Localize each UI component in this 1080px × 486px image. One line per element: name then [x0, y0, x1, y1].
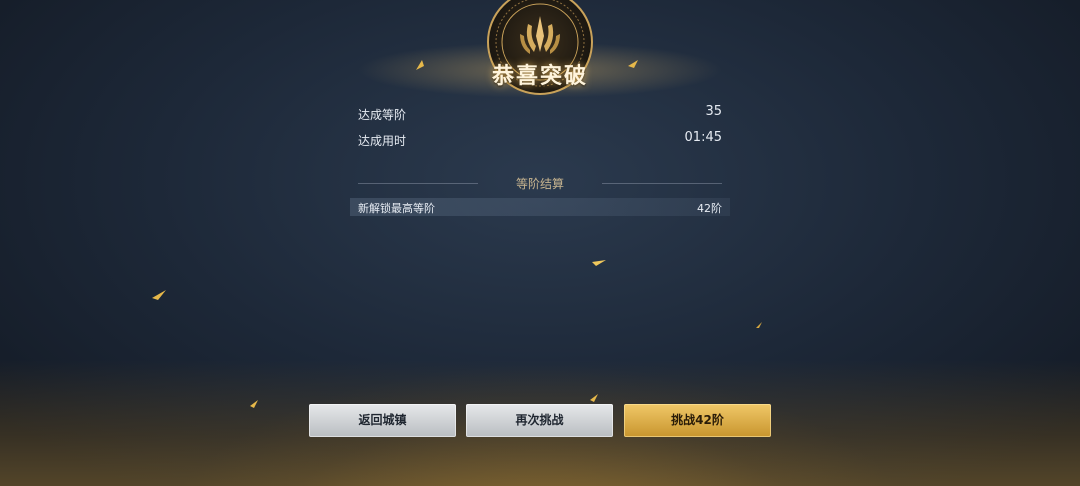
stat-value: 35 [705, 104, 722, 119]
divider-line-right [602, 183, 722, 184]
return-town-button[interactable]: 返回城镇 [309, 404, 456, 437]
stat-row-time: 达成用时 01:45 [358, 130, 722, 150]
challenge-next-button[interactable]: 挑战42阶 [624, 404, 771, 437]
sparkle-icon [152, 290, 166, 300]
stat-label: 达成等阶 [358, 108, 407, 122]
sparkle-icon [592, 260, 606, 266]
sparkle-icon [628, 60, 638, 68]
stat-row-rank: 达成等阶 35 [358, 104, 722, 124]
unlock-value: 42阶 [697, 202, 722, 215]
unlock-row: 新解锁最高等阶 42阶 [350, 198, 730, 216]
banner-title: 恭喜突破 [491, 64, 588, 89]
stat-value: 01:45 [684, 130, 722, 145]
retry-button[interactable]: 再次挑战 [466, 404, 613, 437]
sparkle-icon [250, 400, 258, 408]
settlement-divider: 等阶结算 [358, 174, 722, 192]
sparkle-icon [756, 322, 762, 328]
sparkle-icon [590, 394, 598, 402]
unlock-label: 新解锁最高等阶 [358, 202, 435, 215]
sparkle-icon [416, 60, 424, 70]
stat-label: 达成用时 [358, 134, 407, 148]
